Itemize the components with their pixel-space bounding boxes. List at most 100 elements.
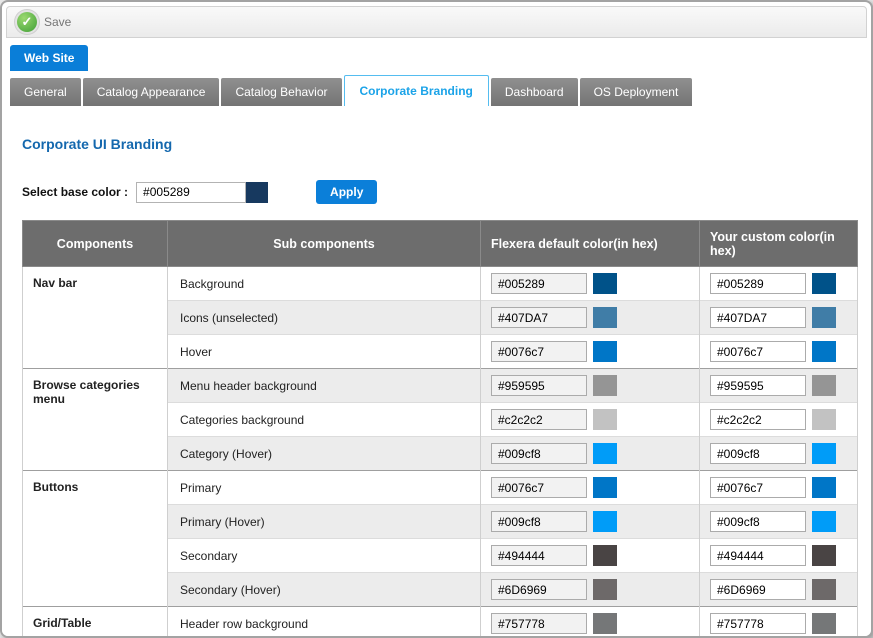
sub-component-name: Hover: [168, 335, 481, 369]
sub-component-name: Header row background: [168, 607, 481, 638]
column-header: Flexera default color(in hex): [481, 221, 700, 267]
custom-color-cell: [700, 607, 858, 638]
tab-web-site[interactable]: Web Site: [10, 45, 88, 71]
custom-hex-input[interactable]: [710, 511, 806, 532]
table-row: Browse categories menuMenu header backgr…: [23, 369, 858, 403]
default-color-cell: [481, 471, 700, 505]
table-row: Nav barBackground: [23, 267, 858, 301]
custom-color-cell: [700, 301, 858, 335]
custom-hex-input[interactable]: [710, 443, 806, 464]
custom-color-cell: [700, 437, 858, 471]
component-name: Nav bar: [23, 267, 168, 369]
custom-color-swatch: [812, 579, 836, 600]
subtab-bar: GeneralCatalog AppearanceCatalog Behavio…: [10, 75, 871, 106]
default-color-swatch: [593, 375, 617, 396]
custom-color-cell: [700, 335, 858, 369]
base-color-swatch: [246, 182, 268, 203]
custom-color-swatch: [812, 341, 836, 362]
default-color-cell: [481, 403, 700, 437]
default-color-cell: [481, 607, 700, 638]
custom-color-cell: [700, 573, 858, 607]
tab-catalog-behavior[interactable]: Catalog Behavior: [221, 78, 341, 106]
default-color-swatch: [593, 613, 617, 634]
default-hex-input: [491, 307, 587, 328]
column-header: Sub components: [168, 221, 481, 267]
tab-corporate-branding[interactable]: Corporate Branding: [344, 75, 489, 106]
table-header-row: ComponentsSub componentsFlexera default …: [23, 221, 858, 267]
custom-color-swatch: [812, 375, 836, 396]
default-hex-input: [491, 477, 587, 498]
sub-component-name: Secondary (Hover): [168, 573, 481, 607]
custom-color-cell: [700, 539, 858, 573]
default-hex-input: [491, 409, 587, 430]
custom-color-swatch: [812, 545, 836, 566]
base-color-input[interactable]: [136, 182, 246, 203]
custom-color-swatch: [812, 613, 836, 634]
default-color-cell: [481, 573, 700, 607]
default-color-cell: [481, 335, 700, 369]
default-color-swatch: [593, 511, 617, 532]
custom-color-cell: [700, 471, 858, 505]
column-header: Your custom color(in hex): [700, 221, 858, 267]
custom-hex-input[interactable]: [710, 273, 806, 294]
custom-hex-input[interactable]: [710, 409, 806, 430]
table-row: ButtonsPrimary: [23, 471, 858, 505]
page-title: Corporate UI Branding: [22, 136, 853, 152]
tab-os-deployment[interactable]: OS Deployment: [580, 78, 693, 106]
custom-hex-input[interactable]: [710, 545, 806, 566]
component-name: Browse categories menu: [23, 369, 168, 471]
custom-hex-input[interactable]: [710, 341, 806, 362]
default-hex-input: [491, 613, 587, 634]
sub-component-name: Category (Hover): [168, 437, 481, 471]
tabs-area: Web Site GeneralCatalog AppearanceCatalo…: [2, 38, 871, 106]
default-color-cell: [481, 267, 700, 301]
default-hex-input: [491, 545, 587, 566]
default-hex-input: [491, 579, 587, 600]
default-color-swatch: [593, 579, 617, 600]
tab-catalog-appearance[interactable]: Catalog Appearance: [83, 78, 220, 106]
custom-color-swatch: [812, 477, 836, 498]
save-check-icon: ✓: [17, 12, 37, 32]
custom-color-swatch: [812, 273, 836, 294]
sub-component-name: Primary (Hover): [168, 505, 481, 539]
default-color-cell: [481, 539, 700, 573]
custom-hex-input[interactable]: [710, 613, 806, 634]
toolbar: ✓ Save: [6, 6, 867, 38]
default-color-swatch: [593, 545, 617, 566]
default-color-swatch: [593, 409, 617, 430]
apply-button[interactable]: Apply: [316, 180, 377, 204]
custom-color-cell: [700, 403, 858, 437]
custom-hex-input[interactable]: [710, 579, 806, 600]
table-row: Grid/TableHeader row background: [23, 607, 858, 638]
default-hex-input: [491, 375, 587, 396]
default-color-cell: [481, 369, 700, 403]
sub-component-name: Primary: [168, 471, 481, 505]
app-window: ✓ Save Web Site GeneralCatalog Appearanc…: [0, 0, 873, 638]
default-hex-input: [491, 511, 587, 532]
custom-color-cell: [700, 369, 858, 403]
default-hex-input: [491, 443, 587, 464]
default-color-swatch: [593, 273, 617, 294]
custom-hex-input[interactable]: [710, 375, 806, 396]
component-name: Buttons: [23, 471, 168, 607]
default-color-swatch: [593, 341, 617, 362]
default-color-swatch: [593, 443, 617, 464]
base-color-label: Select base color :: [22, 185, 128, 199]
default-color-cell: [481, 505, 700, 539]
custom-hex-input[interactable]: [710, 307, 806, 328]
custom-color-swatch: [812, 307, 836, 328]
save-button-label: Save: [44, 15, 71, 29]
column-header: Components: [23, 221, 168, 267]
component-name: Grid/Table: [23, 607, 168, 638]
tab-general[interactable]: General: [10, 78, 81, 106]
base-color-row: Select base color : Apply: [22, 180, 853, 204]
sub-component-name: Icons (unselected): [168, 301, 481, 335]
custom-color-swatch: [812, 443, 836, 464]
custom-color-swatch: [812, 409, 836, 430]
sub-component-name: Menu header background: [168, 369, 481, 403]
save-button[interactable]: ✓ Save: [17, 12, 71, 32]
sub-component-name: Background: [168, 267, 481, 301]
custom-hex-input[interactable]: [710, 477, 806, 498]
branding-table: ComponentsSub componentsFlexera default …: [22, 220, 858, 638]
tab-dashboard[interactable]: Dashboard: [491, 78, 578, 106]
